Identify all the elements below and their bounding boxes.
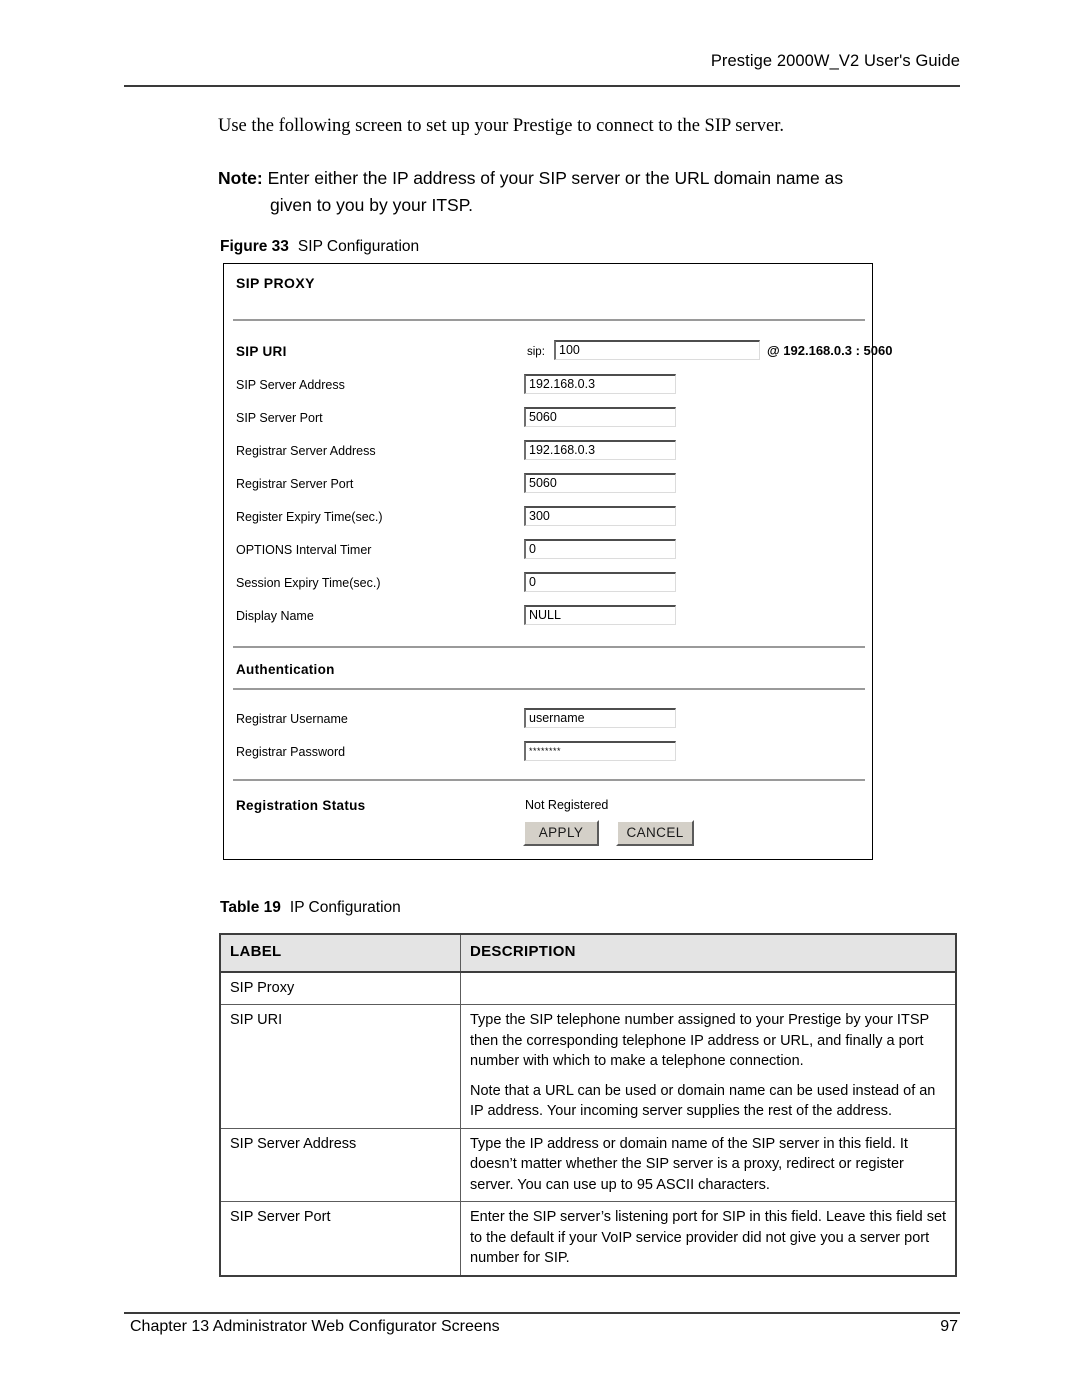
sip-uri-label: SIP URI xyxy=(236,344,287,359)
row-label-sip-server-port: SIP Server Port xyxy=(219,1201,461,1277)
sip-server-address-input[interactable]: 192.168.0.3 xyxy=(524,374,676,394)
row-description-sip-uri: Type the SIP telephone number assigned t… xyxy=(460,1004,957,1129)
sip-server-port-input[interactable]: 5060 xyxy=(524,407,676,427)
apply-button[interactable]: APPLY xyxy=(523,820,599,846)
panel-divider-top xyxy=(233,319,865,321)
table-row: SIP Server Port Enter the SIP server’s l… xyxy=(219,1201,957,1277)
row-label-sip-server-address: SIP Server Address xyxy=(219,1127,461,1202)
sip-configuration-screen: SIP PROXY SIP URI sip: 100 @ 192.168.0.3… xyxy=(223,263,892,860)
description-paragraph: Enter the SIP server’s listening port fo… xyxy=(470,1209,947,1266)
figure-title: SIP Configuration xyxy=(297,238,420,255)
registrar-server-port-input[interactable]: 5060 xyxy=(524,473,676,493)
note-line-1: Enter either the IP address of your SIP … xyxy=(267,168,844,188)
sip-uri-input[interactable]: 100 xyxy=(554,340,760,360)
registrar-server-port-label: Registrar Server Port xyxy=(236,477,354,491)
sip-uri-prefix: sip: xyxy=(527,346,545,358)
registrar-username-input[interactable]: username xyxy=(524,708,676,728)
description-paragraph: Type the SIP telephone number assigned t… xyxy=(470,1012,929,1069)
registrar-password-input[interactable]: ******** xyxy=(524,741,676,761)
form-row-register-expiry-time: Register Expiry Time(sec.) 300 xyxy=(224,506,872,530)
running-header: Prestige 2000W_V2 User's Guide xyxy=(710,52,960,70)
form-row-registrar-password: Registrar Password ******** xyxy=(224,741,872,765)
note-line-2: given to you by your ITSP. xyxy=(270,195,473,215)
footer-divider xyxy=(124,1312,960,1314)
form-row-registration-status: Registration Status Not Registered xyxy=(224,794,872,818)
form-row-display-name: Display Name NULL xyxy=(224,605,872,629)
table-row: SIP Proxy xyxy=(219,971,957,1005)
table-row: SIP Server Address Type the IP address o… xyxy=(219,1127,957,1202)
table-caption: Table 19 IP Configuration xyxy=(220,899,401,917)
form-row-registrar-username: Registrar Username username xyxy=(224,708,872,732)
display-name-label: Display Name xyxy=(236,609,314,623)
registration-status-label: Registration Status xyxy=(236,798,366,813)
display-name-input[interactable]: NULL xyxy=(524,605,676,625)
form-row-options-interval-timer: OPTIONS Interval Timer 0 xyxy=(224,539,872,563)
registrar-server-address-input[interactable]: 192.168.0.3 xyxy=(524,440,676,460)
form-row-sip-uri: SIP URI sip: 100 @ 192.168.0.3 : 5060 xyxy=(224,340,892,364)
form-row-sip-server-port: SIP Server Port 5060 xyxy=(224,407,872,431)
panel-title: SIP PROXY xyxy=(236,275,315,291)
panel-divider-authentication-top xyxy=(233,646,865,648)
session-expiry-time-input[interactable]: 0 xyxy=(524,572,676,592)
form-row-registrar-server-port: Registrar Server Port 5060 xyxy=(224,473,872,497)
figure-number: Figure 33 xyxy=(220,238,289,255)
registrar-password-label: Registrar Password xyxy=(236,745,346,759)
header-divider xyxy=(124,85,960,87)
options-interval-timer-input[interactable]: 0 xyxy=(524,539,676,559)
panel-divider-registration xyxy=(233,779,865,781)
description-paragraph: Note that a URL can be used or domain na… xyxy=(470,1082,936,1120)
registrar-username-label: Registrar Username xyxy=(236,712,348,726)
row-description-sip-server-address: Type the IP address or domain name of th… xyxy=(460,1127,957,1202)
description-paragraph: Type the IP address or domain name of th… xyxy=(470,1135,908,1193)
register-expiry-time-label: Register Expiry Time(sec.) xyxy=(236,510,383,524)
column-header-label: LABEL xyxy=(219,933,461,973)
row-description-sip-proxy xyxy=(460,971,957,1005)
panel-button-row: APPLY CANCEL xyxy=(523,820,694,846)
table-row: SIP URI Type the SIP telephone number as… xyxy=(219,1004,957,1129)
sip-uri-suffix: @ 192.168.0.3 : 5060 xyxy=(767,343,893,358)
row-description-sip-server-port: Enter the SIP server’s listening port fo… xyxy=(460,1201,957,1277)
row-label-sip-uri: SIP URI xyxy=(219,1004,461,1129)
registration-status-value: Not Registered xyxy=(525,798,609,812)
table-title: IP Configuration xyxy=(289,899,401,916)
column-header-description: DESCRIPTION xyxy=(460,933,957,973)
form-row-registrar-server-address: Registrar Server Address 192.168.0.3 xyxy=(224,440,872,464)
sip-server-address-label: SIP Server Address xyxy=(236,378,345,392)
options-interval-timer-label: OPTIONS Interval Timer xyxy=(236,543,372,557)
form-row-session-expiry-time: Session Expiry Time(sec.) 0 xyxy=(224,572,872,596)
authentication-section-heading: Authentication xyxy=(224,658,872,682)
form-row-sip-server-address: SIP Server Address 192.168.0.3 xyxy=(224,374,872,398)
footer-page-number: 97 xyxy=(940,1318,958,1335)
register-expiry-time-input[interactable]: 300 xyxy=(524,506,676,526)
note-label: Note: xyxy=(218,168,263,188)
authentication-label: Authentication xyxy=(236,662,335,677)
table-header-row: LABEL DESCRIPTION xyxy=(219,933,957,973)
ip-configuration-table: LABEL DESCRIPTION SIP Proxy SIP URI Type… xyxy=(219,933,957,1277)
registrar-server-address-label: Registrar Server Address xyxy=(236,444,376,458)
table-number: Table 19 xyxy=(220,899,281,916)
figure-caption: Figure 33 SIP Configuration xyxy=(220,238,419,256)
cancel-button[interactable]: CANCEL xyxy=(616,820,694,846)
session-expiry-time-label: Session Expiry Time(sec.) xyxy=(236,576,381,590)
panel-divider-authentication-bottom xyxy=(233,688,865,690)
sip-server-port-label: SIP Server Port xyxy=(236,411,323,425)
note-block: Note: Enter either the IP address of you… xyxy=(218,165,958,219)
row-label-sip-proxy: SIP Proxy xyxy=(219,971,461,1005)
intro-paragraph: Use the following screen to set up your … xyxy=(218,116,785,136)
